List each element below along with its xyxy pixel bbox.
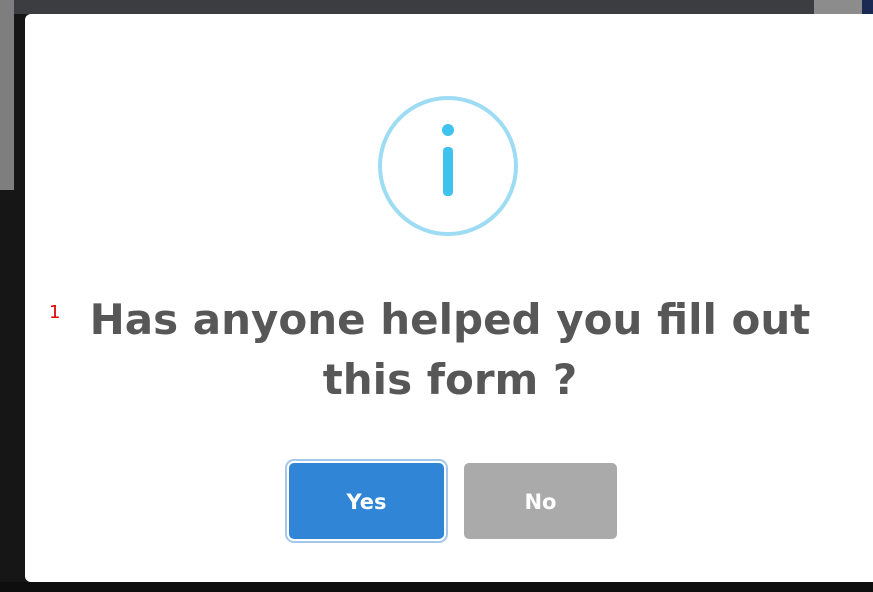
no-button[interactable]: No bbox=[464, 463, 617, 539]
line-number-marker: 1 bbox=[49, 302, 61, 323]
question-line-2: this form ? bbox=[322, 355, 578, 404]
modal-overlay-bottom bbox=[0, 582, 873, 592]
modal-overlay bbox=[0, 190, 14, 592]
dialog-question: Has anyone helped you fill out this form… bbox=[80, 290, 820, 410]
info-icon bbox=[378, 96, 518, 236]
yes-button[interactable]: Yes bbox=[289, 463, 444, 539]
info-icon-dot bbox=[442, 124, 454, 136]
question-line-1: Has anyone helped you fill out bbox=[89, 295, 811, 344]
confirm-dialog: 1 Has anyone helped you fill out this fo… bbox=[25, 14, 873, 582]
background-header bbox=[14, 0, 814, 14]
background-page bbox=[0, 0, 14, 190]
info-icon-bar bbox=[443, 147, 453, 196]
background-header-right bbox=[814, 0, 862, 14]
background-header-accent bbox=[862, 0, 873, 14]
